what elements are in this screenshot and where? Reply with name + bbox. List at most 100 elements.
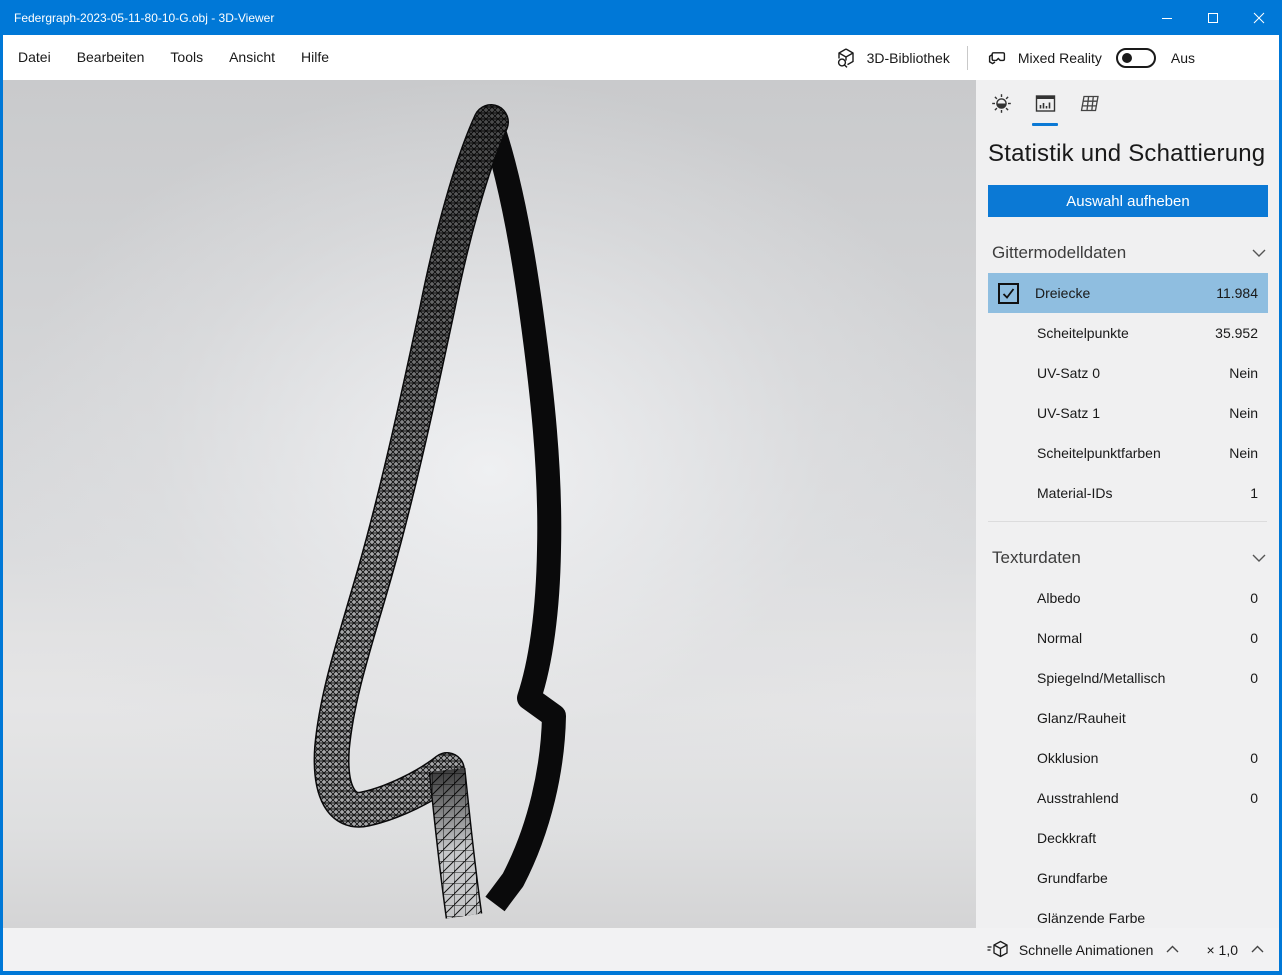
- perspective-grid-icon: [1078, 92, 1101, 115]
- window-title: Federgraph-2023-05-11-80-10-G.obj - 3D-V…: [0, 11, 1144, 25]
- texture-data-list: Albedo0Normal0Spiegelnd/Metallisch0Glanz…: [988, 578, 1268, 928]
- list-item[interactable]: Glänzende Farbe: [988, 898, 1268, 928]
- row-label: UV-Satz 0: [1037, 365, 1229, 381]
- library-button[interactable]: 3D-Bibliothek: [834, 46, 950, 70]
- menu-items: Datei Bearbeiten Tools Ansicht Hilfe: [3, 35, 342, 80]
- mixed-reality-label: Mixed Reality: [1018, 50, 1102, 66]
- close-icon: [1253, 12, 1265, 24]
- menu-right-controls: 3D-Bibliothek Mixed Reality Aus: [834, 46, 1279, 70]
- tab-environment[interactable]: [988, 92, 1014, 126]
- list-item[interactable]: Material-IDs1: [988, 473, 1268, 513]
- library-label: 3D-Bibliothek: [867, 50, 950, 66]
- row-label: Glanz/Rauheit: [1037, 710, 1258, 726]
- row-value: 0: [1250, 790, 1258, 806]
- tab-grid[interactable]: [1076, 92, 1102, 126]
- row-label: Scheitelpunktfarben: [1037, 445, 1229, 461]
- row-label: UV-Satz 1: [1037, 405, 1229, 421]
- checkbox-checked[interactable]: [998, 283, 1019, 304]
- minimize-button[interactable]: [1144, 0, 1190, 35]
- viewport-3d[interactable]: [3, 80, 976, 928]
- maximize-button[interactable]: [1190, 0, 1236, 35]
- row-label: Spiegelnd/Metallisch: [1037, 670, 1250, 686]
- content-area: Statistik und Schattierung Auswahl aufhe…: [3, 80, 1279, 928]
- list-item[interactable]: Albedo0: [988, 578, 1268, 618]
- tab-stats-shading[interactable]: [1032, 92, 1058, 126]
- section-header-texture[interactable]: Texturdaten: [992, 548, 1267, 568]
- list-item[interactable]: UV-Satz 0Nein: [988, 353, 1268, 393]
- chevron-up-icon[interactable]: [1250, 945, 1265, 954]
- mixed-reality-state: Aus: [1171, 50, 1195, 66]
- row-label: Ausstrahlend: [1037, 790, 1250, 806]
- row-value: 11.984: [1216, 285, 1258, 301]
- selected-tab-underline: [1032, 123, 1058, 126]
- row-label: Grundfarbe: [1037, 870, 1258, 886]
- section-divider: [988, 521, 1267, 522]
- cube-magnifier-icon: [834, 46, 858, 70]
- row-label: Glänzende Farbe: [1037, 910, 1258, 926]
- list-item[interactable]: Spiegelnd/Metallisch0: [988, 658, 1268, 698]
- section-title: Texturdaten: [992, 548, 1251, 568]
- list-item[interactable]: Glanz/Rauheit: [988, 698, 1268, 738]
- panel-title: Statistik und Schattierung: [988, 140, 1279, 168]
- toggle-knob: [1122, 53, 1132, 63]
- minimize-icon: [1161, 12, 1173, 24]
- row-value: Nein: [1229, 405, 1258, 421]
- row-value: 0: [1250, 630, 1258, 646]
- list-item[interactable]: Okklusion0: [988, 738, 1268, 778]
- section-header-mesh[interactable]: Gittermodelldaten: [992, 243, 1267, 263]
- list-item[interactable]: Dreiecke11.984: [988, 273, 1268, 313]
- animations-label: Schnelle Animationen: [1019, 942, 1154, 958]
- mesh-data-list: Dreiecke11.984Scheitelpunkte35.952UV-Sat…: [988, 273, 1268, 513]
- row-value: 0: [1250, 670, 1258, 686]
- title-bar: Federgraph-2023-05-11-80-10-G.obj - 3D-V…: [0, 0, 1282, 35]
- row-label: Deckkraft: [1037, 830, 1258, 846]
- headset-icon: [985, 46, 1009, 70]
- menu-bar: Datei Bearbeiten Tools Ansicht Hilfe: [3, 35, 1279, 80]
- model-ribbon: [3, 80, 976, 928]
- menu-bearbeiten[interactable]: Bearbeiten: [64, 35, 158, 80]
- row-label: Albedo: [1037, 590, 1250, 606]
- menu-tools[interactable]: Tools: [157, 35, 216, 80]
- row-value: 35.952: [1215, 325, 1258, 341]
- panel-tab-icons: [976, 80, 1279, 126]
- clear-selection-button[interactable]: Auswahl aufheben: [988, 185, 1268, 217]
- chevron-up-icon[interactable]: [1165, 945, 1180, 954]
- bottom-bar: Schnelle Animationen × 1,0: [3, 928, 1279, 971]
- row-label: Material-IDs: [1037, 485, 1250, 501]
- speed-label: × 1,0: [1206, 942, 1238, 958]
- chart-window-icon: [1034, 92, 1057, 115]
- stats-panel: Statistik und Schattierung Auswahl aufhe…: [976, 80, 1279, 928]
- row-value: 0: [1250, 590, 1258, 606]
- chevron-down-icon: [1251, 248, 1267, 258]
- animation-cube-icon: [986, 939, 1010, 961]
- mixed-reality-toggle[interactable]: [1116, 48, 1156, 68]
- row-label: Scheitelpunkte: [1037, 325, 1215, 341]
- speed-control[interactable]: × 1,0: [1206, 942, 1265, 958]
- checkmark-icon: [1001, 286, 1016, 301]
- app-window: Federgraph-2023-05-11-80-10-G.obj - 3D-V…: [0, 0, 1282, 975]
- list-item[interactable]: Scheitelpunkte35.952: [988, 313, 1268, 353]
- section-title: Gittermodelldaten: [992, 243, 1251, 263]
- menu-datei[interactable]: Datei: [5, 35, 64, 80]
- row-value: 0: [1250, 750, 1258, 766]
- mixed-reality-group: Mixed Reality Aus: [985, 46, 1195, 70]
- list-item[interactable]: UV-Satz 1Nein: [988, 393, 1268, 433]
- list-item[interactable]: ScheitelpunktfarbenNein: [988, 433, 1268, 473]
- sun-icon: [990, 92, 1013, 115]
- row-label: Dreiecke: [1035, 285, 1216, 301]
- list-item[interactable]: Grundfarbe: [988, 858, 1268, 898]
- animations-control[interactable]: Schnelle Animationen: [986, 939, 1181, 961]
- row-label: Okklusion: [1037, 750, 1250, 766]
- menu-hilfe[interactable]: Hilfe: [288, 35, 342, 80]
- row-label: Normal: [1037, 630, 1250, 646]
- row-value: 1: [1250, 485, 1258, 501]
- row-value: Nein: [1229, 445, 1258, 461]
- row-value: Nein: [1229, 365, 1258, 381]
- chevron-down-icon: [1251, 553, 1267, 563]
- list-item[interactable]: Ausstrahlend0: [988, 778, 1268, 818]
- menu-ansicht[interactable]: Ansicht: [216, 35, 288, 80]
- list-item[interactable]: Normal0: [988, 618, 1268, 658]
- menu-separator: [967, 46, 968, 70]
- list-item[interactable]: Deckkraft: [988, 818, 1268, 858]
- close-button[interactable]: [1236, 0, 1282, 35]
